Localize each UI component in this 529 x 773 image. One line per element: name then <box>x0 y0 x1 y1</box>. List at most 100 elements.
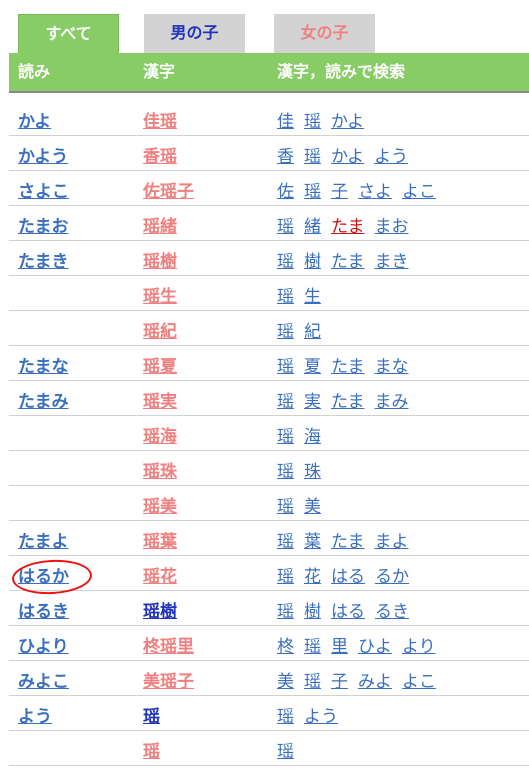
search-link[interactable]: 夏 <box>304 357 321 377</box>
search-link[interactable]: 子 <box>331 182 348 202</box>
search-link[interactable]: たま <box>331 392 365 412</box>
kanji-name-link[interactable]: 瑶花 <box>143 562 177 587</box>
search-link[interactable]: るき <box>375 602 409 622</box>
search-link[interactable]: 緒 <box>304 217 321 237</box>
yomi-link[interactable]: みよこ <box>18 667 69 692</box>
search-link[interactable]: たま <box>331 252 365 272</box>
kanji-name-link[interactable]: 瑶 <box>143 737 160 762</box>
search-link[interactable]: 瑶 <box>304 672 321 692</box>
kanji-name-link[interactable]: 瑶紀 <box>143 317 177 342</box>
search-link[interactable]: 瑶 <box>277 217 294 237</box>
search-link[interactable]: かよ <box>331 112 364 132</box>
kanji-name-link[interactable]: 瑶実 <box>143 387 177 412</box>
kanji-name-link[interactable]: 瑶緒 <box>143 212 177 237</box>
tab-all[interactable]: すべて <box>18 14 119 54</box>
yomi-link[interactable]: かよ <box>18 107 51 132</box>
search-link[interactable]: 子 <box>331 672 348 692</box>
search-link[interactable]: たま <box>331 217 365 237</box>
search-link[interactable]: 瑶 <box>277 357 294 377</box>
search-link[interactable]: 瑶 <box>277 567 294 587</box>
yomi-link[interactable]: はるき <box>18 597 69 622</box>
search-link[interactable]: 瑶 <box>277 602 294 622</box>
table-row: たまみ 瑶実瑶実たま まみ <box>9 381 529 416</box>
search-link[interactable]: 瑶 <box>304 637 321 657</box>
yomi-link[interactable]: たまお <box>18 212 69 237</box>
search-link[interactable]: 瑶 <box>277 462 294 482</box>
search-link[interactable]: まみ <box>375 392 409 412</box>
search-link[interactable]: かよ <box>331 147 364 167</box>
search-link[interactable]: まお <box>375 217 409 237</box>
yomi-link[interactable]: たまみ <box>18 387 69 412</box>
search-link[interactable]: 海 <box>304 427 321 447</box>
search-link[interactable]: 紀 <box>304 322 321 342</box>
search-link[interactable]: はる <box>331 602 365 622</box>
search-link[interactable]: 柊 <box>277 637 294 657</box>
tab-girl[interactable]: 女の子 <box>274 14 375 53</box>
search-link[interactable]: 瑶 <box>277 287 294 307</box>
search-link[interactable]: 瑶 <box>304 182 321 202</box>
search-link[interactable]: 瑶 <box>304 112 321 132</box>
search-link[interactable]: 美 <box>277 672 294 692</box>
search-link[interactable]: さよ <box>358 182 392 202</box>
kanji-name-link[interactable]: 柊瑶里 <box>143 632 194 657</box>
search-link[interactable]: 瑶 <box>277 497 294 517</box>
search-link[interactable]: より <box>402 637 436 657</box>
search-link[interactable]: るか <box>375 567 409 587</box>
search-link[interactable]: 珠 <box>304 462 321 482</box>
search-link[interactable]: 瑶 <box>304 147 321 167</box>
yomi-link[interactable]: さよこ <box>18 177 69 202</box>
search-link[interactable]: 生 <box>304 287 321 307</box>
search-link[interactable]: まき <box>375 252 409 272</box>
search-link[interactable]: よう <box>304 707 338 727</box>
kanji-name-link[interactable]: 瑶夏 <box>143 352 177 377</box>
search-link[interactable]: 瑶 <box>277 707 294 727</box>
kanji-name-link[interactable]: 瑶美 <box>143 492 177 517</box>
search-link[interactable]: まな <box>375 357 409 377</box>
kanji-name-link[interactable]: 瑶樹 <box>143 247 177 272</box>
kanji-name-link[interactable]: 瑶海 <box>143 422 177 447</box>
kanji-name-link[interactable]: 瑶 <box>143 702 160 727</box>
kanji-name-link[interactable]: 瑶珠 <box>143 457 177 482</box>
kanji-name-link[interactable]: 瑶生 <box>143 282 177 307</box>
search-link[interactable]: 瑶 <box>277 392 294 412</box>
search-link[interactable]: 美 <box>304 497 321 517</box>
yomi-link[interactable]: ひより <box>18 632 69 657</box>
search-link[interactable]: 瑶 <box>277 742 294 762</box>
search-link[interactable]: 瑶 <box>277 427 294 447</box>
search-link[interactable]: 樹 <box>304 602 321 622</box>
search-link[interactable]: 実 <box>304 392 321 412</box>
yomi-link[interactable]: よう <box>18 702 52 727</box>
search-link[interactable]: 香 <box>277 147 294 167</box>
search-link[interactable]: よこ <box>402 672 436 692</box>
search-link[interactable]: 瑶 <box>277 532 294 552</box>
kanji-name-link[interactable]: 瑶葉 <box>143 527 177 552</box>
kanji-name-link[interactable]: 香瑶 <box>143 142 177 167</box>
yomi-link[interactable]: たまき <box>18 247 69 272</box>
kanji-name-link[interactable]: 佐瑶子 <box>143 177 194 202</box>
search-link[interactable]: よう <box>374 147 408 167</box>
tab-boy[interactable]: 男の子 <box>144 14 245 53</box>
search-link[interactable]: たま <box>331 532 365 552</box>
yomi-link[interactable]: たまな <box>18 352 69 377</box>
search-link[interactable]: はる <box>331 567 365 587</box>
yomi-link[interactable]: はるか <box>18 562 69 587</box>
search-links: 佳瑶かよ <box>277 107 374 132</box>
search-link[interactable]: 樹 <box>304 252 321 272</box>
kanji-name-link[interactable]: 佳瑶 <box>143 107 177 132</box>
search-link[interactable]: 里 <box>331 637 348 657</box>
yomi-link[interactable]: たまよ <box>18 527 69 552</box>
kanji-name-link[interactable]: 瑶樹 <box>143 597 177 622</box>
search-link[interactable]: 瑶 <box>277 322 294 342</box>
search-link[interactable]: みよ <box>358 672 392 692</box>
search-link[interactable]: たま <box>331 357 365 377</box>
search-link[interactable]: ひよ <box>358 637 392 657</box>
search-link[interactable]: 瑶 <box>277 252 294 272</box>
search-link[interactable]: 葉 <box>304 532 321 552</box>
kanji-name-link[interactable]: 美瑶子 <box>143 667 194 692</box>
yomi-link[interactable]: かよう <box>18 142 68 167</box>
search-link[interactable]: よこ <box>402 182 436 202</box>
search-link[interactable]: 佳 <box>277 112 294 132</box>
search-link[interactable]: まよ <box>375 532 409 552</box>
search-link[interactable]: 佐 <box>277 182 294 202</box>
search-link[interactable]: 花 <box>304 567 321 587</box>
